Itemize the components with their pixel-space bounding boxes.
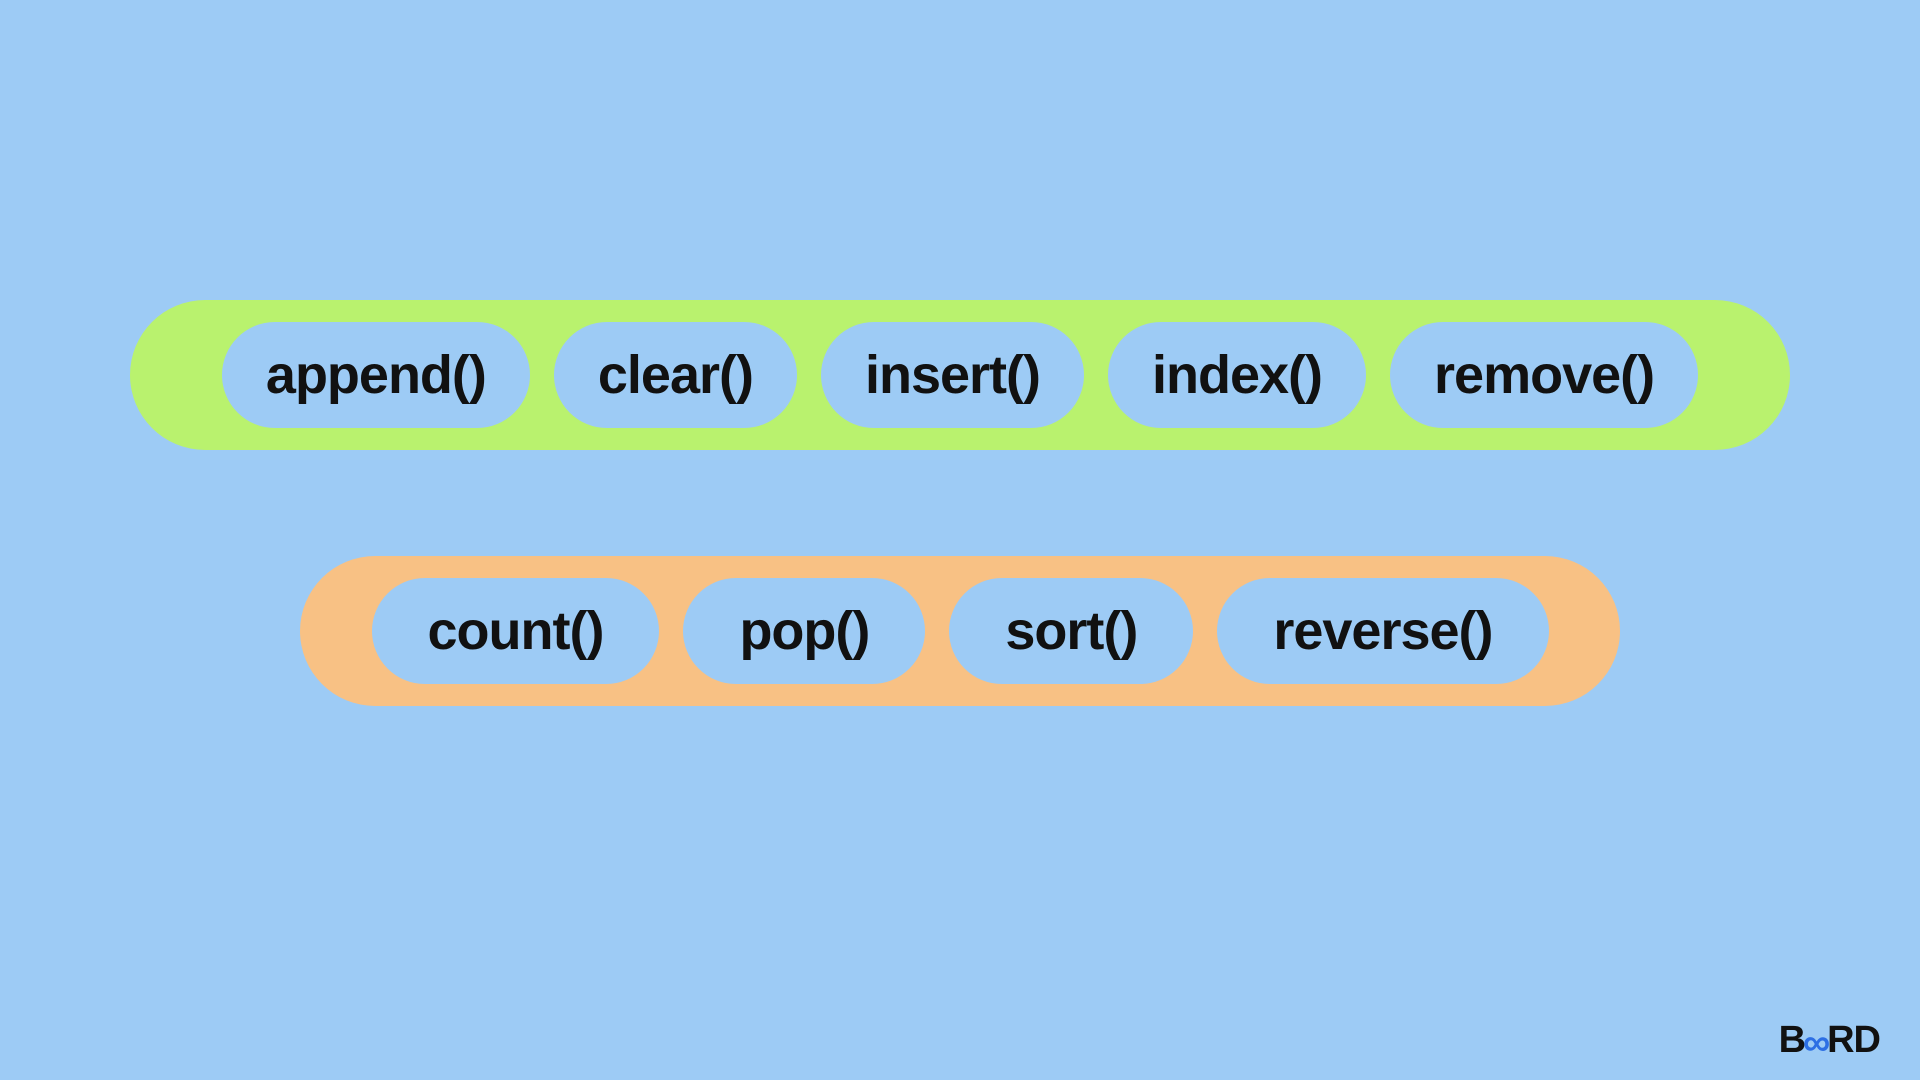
pill-label: pop() xyxy=(739,600,869,662)
brand-part2: RD xyxy=(1827,1019,1880,1062)
method-group-green: append() clear() insert() index() remove… xyxy=(130,300,1790,450)
pill-append: append() xyxy=(222,322,530,428)
pill-label: reverse() xyxy=(1273,600,1492,662)
pill-label: count() xyxy=(428,600,604,662)
pill-sort: sort() xyxy=(949,578,1193,684)
pill-label: index() xyxy=(1152,344,1322,406)
pill-count: count() xyxy=(372,578,660,684)
pill-clear: clear() xyxy=(554,322,797,428)
brand-infinity-icon: ∞ xyxy=(1803,1024,1829,1062)
pill-remove: remove() xyxy=(1390,322,1698,428)
pill-label: append() xyxy=(266,344,486,406)
method-group-orange: count() pop() sort() reverse() xyxy=(300,556,1620,706)
stage: append() clear() insert() index() remove… xyxy=(0,0,1920,1080)
brand-part1: B xyxy=(1779,1019,1805,1062)
pill-label: insert() xyxy=(865,344,1040,406)
pill-label: clear() xyxy=(598,344,753,406)
pill-label: remove() xyxy=(1434,344,1654,406)
pill-reverse: reverse() xyxy=(1217,578,1548,684)
brand-logo: B ∞ RD xyxy=(1779,1019,1880,1062)
pill-index: index() xyxy=(1108,322,1366,428)
pill-pop: pop() xyxy=(683,578,925,684)
pill-label: sort() xyxy=(1005,600,1137,662)
pill-insert: insert() xyxy=(821,322,1084,428)
